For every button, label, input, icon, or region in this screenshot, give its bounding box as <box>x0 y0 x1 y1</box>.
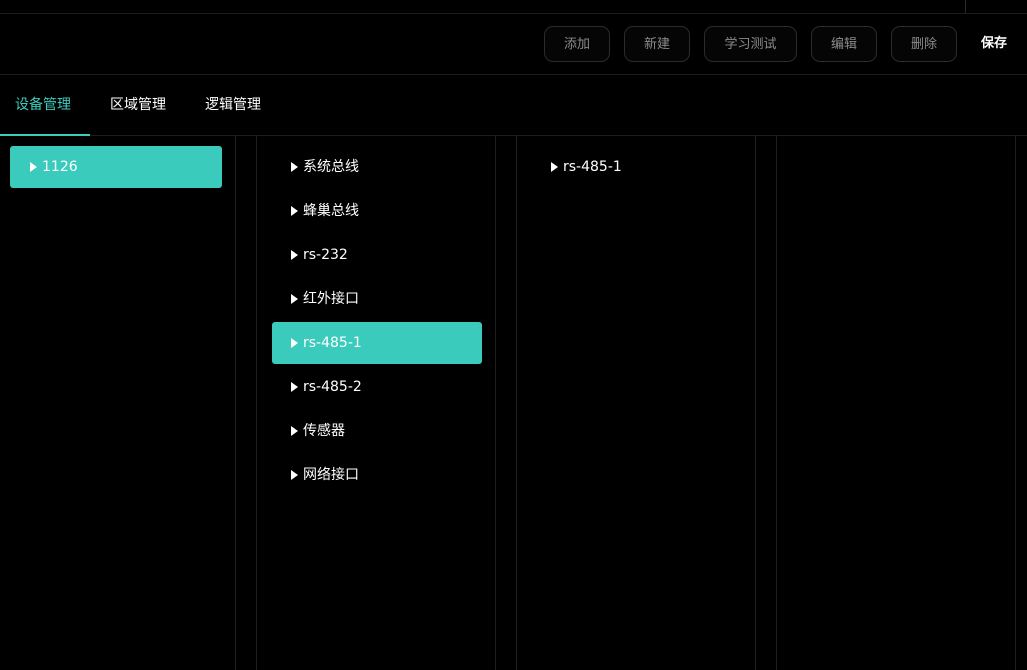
top-strip <box>0 0 1027 14</box>
interface-label: 传感器 <box>303 423 345 439</box>
port-item-rs485-1[interactable]: rs-485-1 <box>532 146 742 188</box>
add-button[interactable]: 添加 <box>544 26 610 62</box>
interface-label: 网络接口 <box>303 467 359 483</box>
caret-right-icon <box>291 382 298 392</box>
app-root: 添加 新建 学习测试 编辑 删除 保存 设备管理 区域管理 逻辑管理 1126 … <box>0 0 1027 670</box>
column-divider <box>776 136 777 670</box>
interface-label: 蜂巢总线 <box>303 203 359 219</box>
port-label: rs-485-1 <box>563 159 622 175</box>
interface-item-rs232[interactable]: rs-232 <box>272 234 482 276</box>
interface-item-rs485-1[interactable]: rs-485-1 <box>272 322 482 364</box>
column-divider <box>256 136 257 670</box>
tab-logic-management[interactable]: 逻辑管理 <box>195 75 271 135</box>
caret-right-icon <box>291 426 298 436</box>
tab-bar: 设备管理 区域管理 逻辑管理 <box>0 75 1027 136</box>
caret-right-icon <box>291 250 298 260</box>
interface-item-network[interactable]: 网络接口 <box>272 454 482 496</box>
column-divider <box>755 136 756 670</box>
column-divider <box>235 136 236 670</box>
interface-item-hive-bus[interactable]: 蜂巢总线 <box>272 190 482 232</box>
caret-right-icon <box>30 162 37 172</box>
tab-device-management[interactable]: 设备管理 <box>0 75 86 135</box>
interface-label: rs-485-1 <box>303 335 362 351</box>
caret-right-icon <box>551 162 558 172</box>
interface-label: 系统总线 <box>303 159 359 175</box>
edit-button[interactable]: 编辑 <box>811 26 877 62</box>
interface-label: rs-232 <box>303 247 348 263</box>
device-label: 1126 <box>42 159 78 175</box>
column-divider <box>495 136 496 670</box>
active-tab-indicator <box>0 134 90 136</box>
save-button[interactable]: 保存 <box>972 26 1016 62</box>
caret-right-icon <box>291 338 298 348</box>
interface-item-sensor[interactable]: 传感器 <box>272 410 482 452</box>
device-item-1126[interactable]: 1126 <box>10 146 222 188</box>
learn-test-button[interactable]: 学习测试 <box>704 26 797 62</box>
interface-item-infrared[interactable]: 红外接口 <box>272 278 482 320</box>
caret-right-icon <box>291 206 298 216</box>
column-divider <box>1015 136 1016 670</box>
toolbar: 添加 新建 学习测试 编辑 删除 保存 <box>0 14 1027 75</box>
caret-right-icon <box>291 470 298 480</box>
column-divider <box>516 136 517 670</box>
tab-area-management[interactable]: 区域管理 <box>100 75 176 135</box>
top-divider <box>965 0 966 13</box>
delete-button[interactable]: 删除 <box>891 26 957 62</box>
interface-item-system-bus[interactable]: 系统总线 <box>272 146 482 188</box>
interface-item-rs485-2[interactable]: rs-485-2 <box>272 366 482 408</box>
caret-right-icon <box>291 162 298 172</box>
interface-label: rs-485-2 <box>303 379 362 395</box>
new-button[interactable]: 新建 <box>624 26 690 62</box>
caret-right-icon <box>291 294 298 304</box>
interface-label: 红外接口 <box>303 291 359 307</box>
